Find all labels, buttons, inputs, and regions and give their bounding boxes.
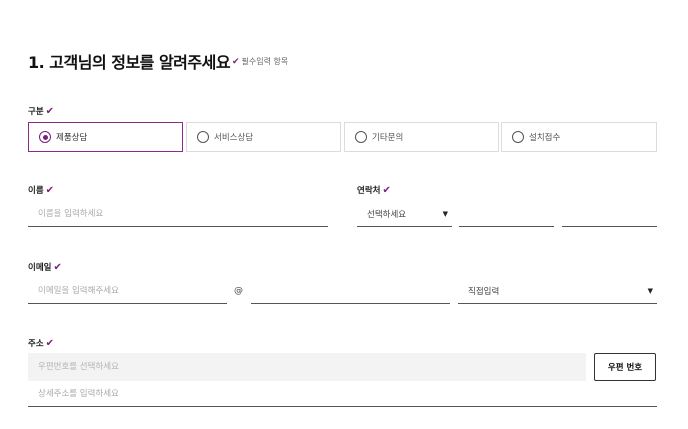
required-note: ✔ 필수입력 항목	[232, 56, 288, 67]
check-icon: ✔	[45, 106, 55, 117]
contact-label-text: 연락처	[357, 186, 381, 196]
contact-label: 연락처 ✔	[357, 184, 391, 196]
radio-option-other[interactable]: 기타문의	[344, 122, 499, 152]
radio-option-service[interactable]: 서비스상담	[186, 122, 341, 152]
email-label: 이메일 ✔	[28, 261, 62, 273]
radio-option-product[interactable]: 제품상담	[28, 122, 183, 152]
radio-option-label: 설치접수	[529, 133, 561, 143]
email-domain-select-value: 직접입력	[468, 286, 500, 297]
radio-option-label: 서비스상담	[214, 133, 254, 143]
check-icon: ✔	[45, 338, 55, 349]
section-title: 1. 고객님의 정보를 알려주세요	[28, 53, 231, 72]
zipcode-field[interactable]	[28, 353, 586, 381]
name-label: 이름 ✔	[28, 184, 54, 196]
phone-middle-input[interactable]	[459, 201, 554, 227]
email-id-input[interactable]	[28, 278, 227, 304]
address-label-text: 주소	[28, 339, 44, 349]
name-input[interactable]	[28, 201, 328, 227]
radio-unchecked-icon	[355, 131, 367, 143]
email-label-text: 이메일	[28, 263, 52, 273]
category-label: 구분 ✔	[28, 105, 54, 117]
address-detail-input[interactable]	[28, 381, 657, 407]
name-label-text: 이름	[28, 186, 44, 196]
phone-prefix-select[interactable]: 선택하세요 ▼	[357, 201, 452, 227]
email-domain-input[interactable]	[251, 278, 450, 304]
radio-unchecked-icon	[512, 131, 524, 143]
dropdown-arrow-icon: ▼	[647, 287, 653, 295]
radio-checked-icon	[39, 131, 51, 143]
phone-last-input[interactable]	[562, 201, 657, 227]
radio-unchecked-icon	[197, 131, 209, 143]
radio-option-label: 제품상담	[56, 133, 88, 143]
check-icon: ✔	[45, 185, 55, 196]
radio-option-install[interactable]: 설치접수	[501, 122, 657, 152]
address-label: 주소 ✔	[28, 337, 54, 349]
check-icon: ✔	[232, 57, 240, 67]
zipcode-search-button[interactable]: 우편 번호	[594, 353, 656, 381]
dropdown-arrow-icon: ▼	[442, 210, 448, 218]
email-domain-select[interactable]: 직접입력 ▼	[458, 278, 657, 304]
category-label-text: 구분	[28, 107, 44, 117]
check-icon: ✔	[53, 262, 62, 273]
required-note-text: 필수입력 항목	[241, 57, 289, 66]
at-symbol: @	[234, 286, 243, 296]
radio-option-label: 기타문의	[372, 133, 404, 143]
phone-prefix-value: 선택하세요	[367, 209, 407, 220]
check-icon: ✔	[382, 185, 391, 196]
